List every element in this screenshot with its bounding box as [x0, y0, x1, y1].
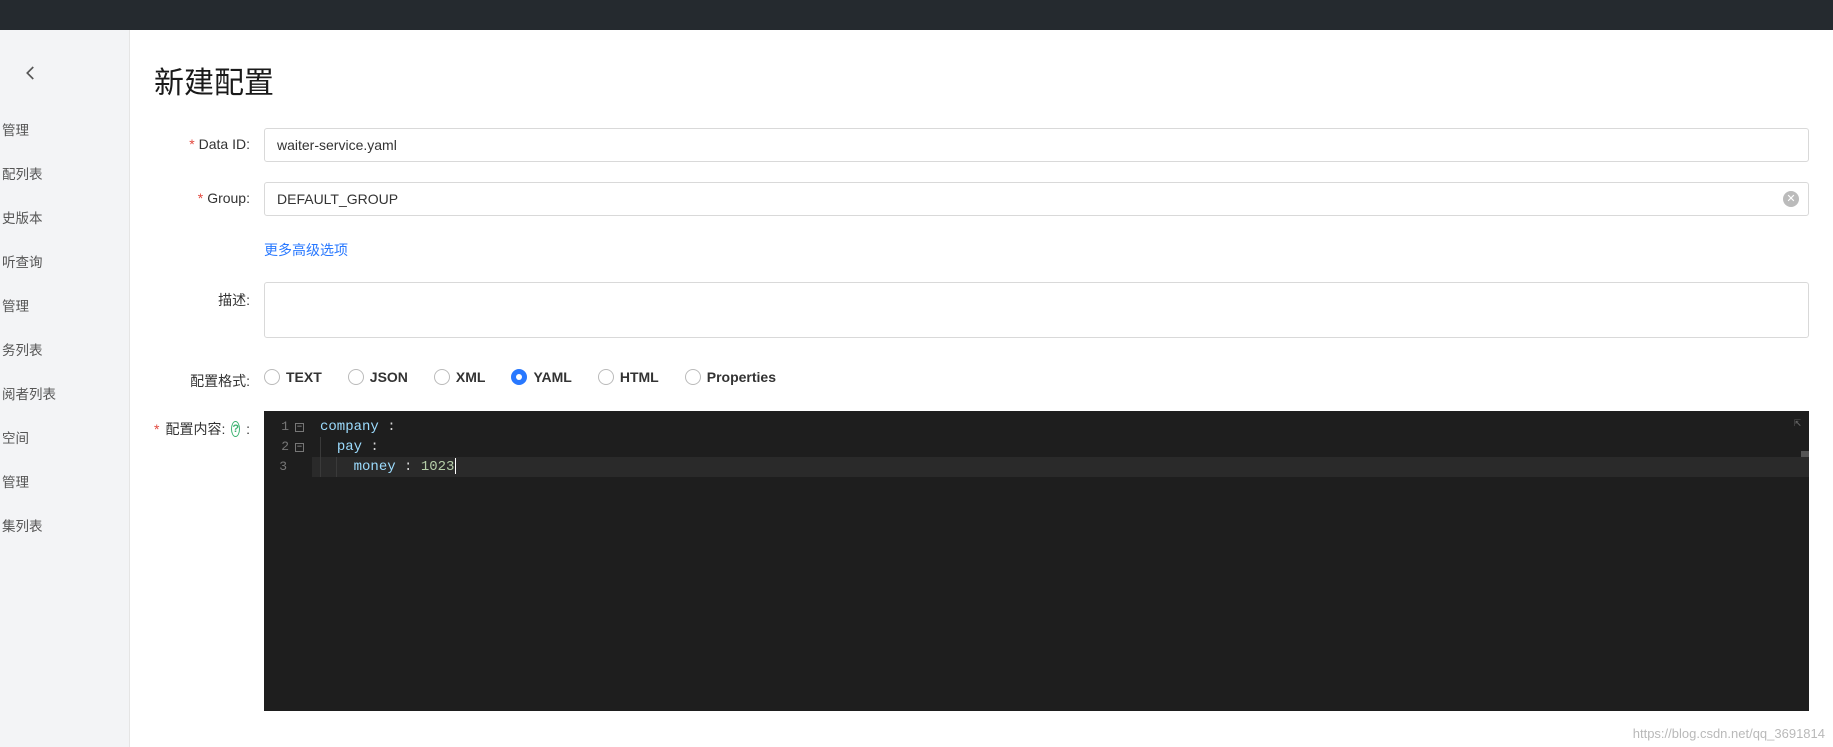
advanced-options-link[interactable]: 更多高级选项: [264, 240, 348, 260]
row-advanced: 更多高级选项: [154, 236, 1809, 268]
fold-icon[interactable]: −: [295, 423, 304, 432]
format-option-properties[interactable]: Properties: [685, 369, 776, 385]
format-option-text[interactable]: TEXT: [264, 369, 322, 385]
format-option-label: Properties: [707, 369, 776, 385]
gutter-line: 1−: [264, 417, 304, 437]
editor-gutter: 1−2−3: [264, 411, 312, 711]
sidebar-item-2[interactable]: 史版本: [0, 195, 129, 239]
sidebar-item-6[interactable]: 阅者列表: [0, 371, 129, 415]
sidebar-item-9[interactable]: 集列表: [0, 503, 129, 547]
format-option-label: HTML: [620, 369, 659, 385]
row-format: 配置格式: TEXT JSON XML YAML HTML Properties: [154, 363, 1809, 391]
label-content-text: 配置内容:: [165, 419, 225, 439]
sidebar-item-8[interactable]: 管理: [0, 459, 129, 503]
format-radio-group: TEXT JSON XML YAML HTML Properties: [264, 363, 1809, 385]
code-editor[interactable]: ⇱ 1−2−3 company : pay : money : 1023: [264, 411, 1809, 711]
code-line[interactable]: money : 1023: [312, 457, 1809, 477]
data-id-input[interactable]: [264, 128, 1809, 162]
gutter-line: 3: [264, 457, 304, 477]
back-icon[interactable]: [0, 50, 129, 107]
row-description: 描述:: [154, 282, 1809, 343]
row-data-id: *Data ID:: [154, 128, 1809, 162]
caret-icon: [455, 458, 456, 474]
fold-icon[interactable]: −: [295, 443, 304, 452]
label-content-colon: :: [246, 421, 250, 437]
sidebar-item-1[interactable]: 配列表: [0, 151, 129, 195]
row-content: *配置内容: ? : ⇱ 1−2−3 company : pay : money…: [154, 411, 1809, 711]
format-option-label: TEXT: [286, 369, 322, 385]
label-format: 配置格式:: [154, 363, 264, 391]
main-content: 新建配置 *Data ID: *Group: ✕ 更多高级选项 描述:: [130, 30, 1833, 747]
radio-icon: [685, 369, 701, 385]
radio-icon: [348, 369, 364, 385]
editor-body[interactable]: company : pay : money : 1023: [312, 411, 1809, 711]
sidebar-item-5[interactable]: 务列表: [0, 327, 129, 371]
watermark: https://blog.csdn.net/qq_3691814: [1633, 726, 1825, 741]
label-description: 描述:: [154, 282, 264, 310]
label-content: *配置内容: ? :: [154, 411, 264, 439]
code-line[interactable]: company :: [312, 417, 1809, 437]
label-group: *Group:: [154, 182, 264, 206]
clear-group-icon[interactable]: ✕: [1783, 191, 1799, 207]
gutter-line: 2−: [264, 437, 304, 457]
format-option-yaml[interactable]: YAML: [511, 369, 571, 385]
sidebar: 管理配列表史版本听查询管理务列表阅者列表空间管理集列表: [0, 30, 130, 747]
sidebar-item-7[interactable]: 空间: [0, 415, 129, 459]
radio-icon: [511, 369, 527, 385]
radio-icon: [264, 369, 280, 385]
description-input[interactable]: [264, 282, 1809, 338]
sidebar-item-0[interactable]: 管理: [0, 107, 129, 151]
code-line[interactable]: pay :: [312, 437, 1809, 457]
help-icon[interactable]: ?: [231, 421, 240, 437]
label-group-text: Group:: [207, 190, 250, 206]
label-data-id: *Data ID:: [154, 128, 264, 152]
label-data-id-text: Data ID:: [199, 136, 250, 152]
radio-icon: [434, 369, 450, 385]
format-option-label: JSON: [370, 369, 408, 385]
top-bar: [0, 0, 1833, 30]
sidebar-item-3[interactable]: 听查询: [0, 239, 129, 283]
format-option-json[interactable]: JSON: [348, 369, 408, 385]
format-option-label: YAML: [533, 369, 571, 385]
format-option-label: XML: [456, 369, 486, 385]
format-option-xml[interactable]: XML: [434, 369, 486, 385]
page-title: 新建配置: [154, 58, 1809, 102]
format-option-html[interactable]: HTML: [598, 369, 659, 385]
sidebar-item-4[interactable]: 管理: [0, 283, 129, 327]
radio-icon: [598, 369, 614, 385]
group-input[interactable]: [264, 182, 1809, 216]
row-group: *Group: ✕: [154, 182, 1809, 216]
